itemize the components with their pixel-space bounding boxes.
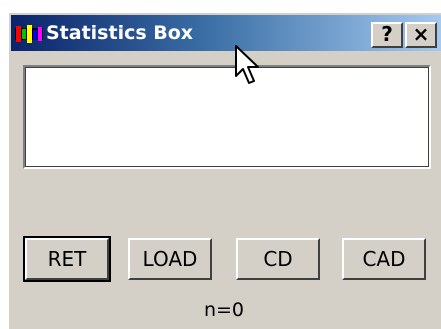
help-button[interactable]: ? [371, 22, 403, 48]
statistics-display-box [23, 65, 431, 169]
cad-button[interactable]: CAD [342, 238, 426, 280]
app-icon [15, 25, 43, 43]
close-button[interactable]: × [405, 22, 437, 48]
title-bar[interactable]: Statistics Box ? × [11, 15, 441, 51]
ret-button[interactable]: RET [23, 236, 111, 282]
load-button[interactable]: LOAD [128, 238, 212, 280]
cd-button[interactable]: CD [236, 238, 320, 280]
window-title: Statistics Box [46, 22, 194, 44]
statistics-box-window: Statistics Box ? × RET LOAD CD CAD n=0 [8, 12, 441, 329]
count-label: n=0 [203, 299, 245, 321]
